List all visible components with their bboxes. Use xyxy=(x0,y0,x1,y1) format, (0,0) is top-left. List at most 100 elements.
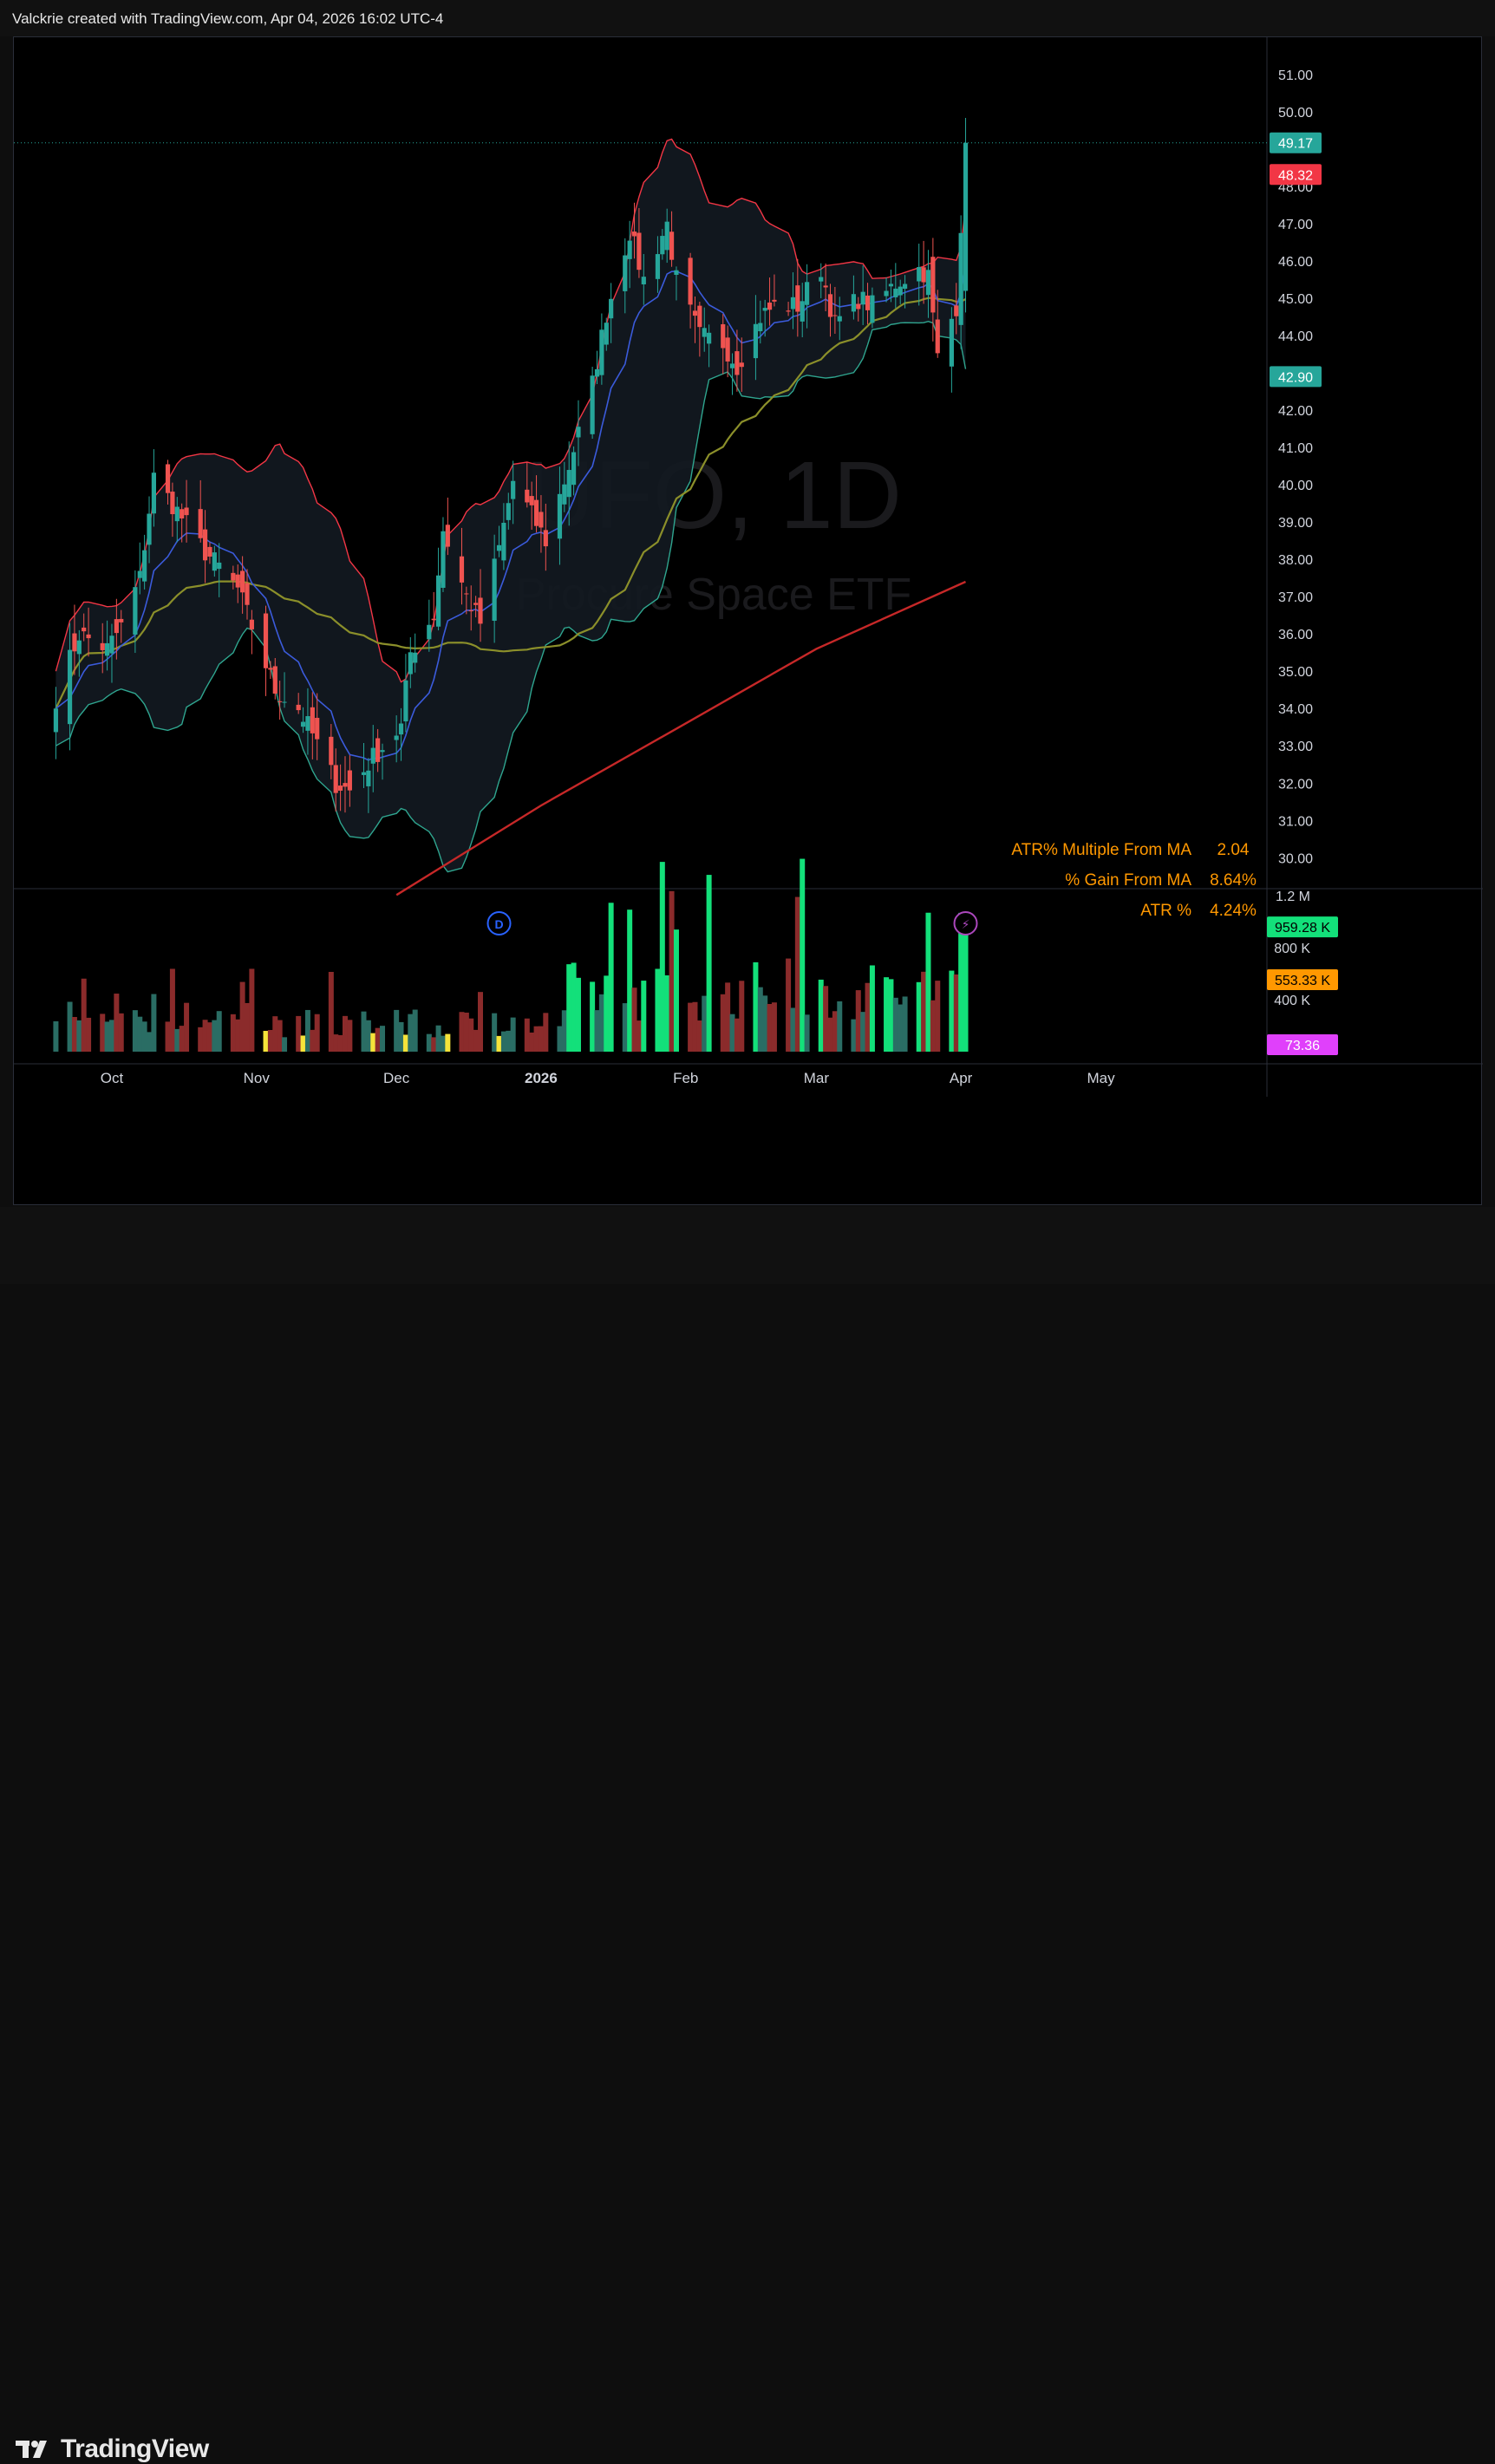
volume-badge-label: 959.28 K xyxy=(1275,921,1330,935)
candle-body xyxy=(165,464,171,493)
volume-tick-label: 800 K xyxy=(1274,942,1310,956)
volume-bar xyxy=(76,1020,82,1052)
footer: TradingView xyxy=(0,1207,1495,2463)
volume-bar xyxy=(206,1022,212,1052)
candle-body xyxy=(245,583,250,605)
candle-body xyxy=(664,221,669,251)
volume-bar xyxy=(753,961,759,1052)
candle-body xyxy=(660,236,665,255)
volume-bar xyxy=(342,1015,348,1052)
candle-body xyxy=(268,668,273,670)
volume-bar xyxy=(300,1035,306,1052)
volume-bar xyxy=(304,1009,310,1052)
candle-body xyxy=(655,254,661,279)
price-tick-label: 32.00 xyxy=(1278,777,1313,792)
volume-tick-label: 400 K xyxy=(1274,994,1310,1008)
volume-bar xyxy=(790,1007,796,1052)
price-badge: 49.17 xyxy=(1270,132,1322,153)
candle-body xyxy=(865,295,871,310)
volume-bar xyxy=(296,1015,302,1052)
earnings-event-icon[interactable]: ⚡ xyxy=(953,911,978,935)
candle-body xyxy=(109,636,114,654)
volume-bar xyxy=(538,1026,544,1052)
candle-body xyxy=(408,652,413,675)
candle-body xyxy=(902,284,908,290)
candle-body xyxy=(398,723,404,735)
candle-body xyxy=(594,368,600,377)
brand-label: TradingView xyxy=(61,2435,209,2463)
volume-bar xyxy=(492,1013,498,1052)
volume-bar xyxy=(333,1034,339,1052)
price-tick-label: 41.00 xyxy=(1278,441,1313,456)
price-chart[interactable]: UFO, 1D Procure Space ETF 51.0050.0048.0… xyxy=(14,37,1483,1206)
candle-body xyxy=(893,288,898,297)
volume-bar xyxy=(696,1020,702,1052)
volume-bar xyxy=(892,997,898,1052)
candle-body xyxy=(119,618,124,623)
volume-bar xyxy=(771,1002,777,1052)
volume-bar xyxy=(510,1017,516,1052)
candle-body xyxy=(762,308,767,311)
candle-body xyxy=(72,633,77,652)
price-badge: 42.90 xyxy=(1270,366,1322,388)
price-badge-label: 42.90 xyxy=(1278,370,1313,385)
volume-bar xyxy=(706,875,712,1052)
candle-body xyxy=(370,747,375,764)
candle-body xyxy=(478,597,483,624)
volume-bar xyxy=(375,1027,381,1052)
time-tick-label: Apr xyxy=(950,1070,973,1086)
volume-bar xyxy=(884,977,890,1052)
price-badge: 48.32 xyxy=(1270,164,1322,186)
candle-body xyxy=(347,770,352,791)
volume-bar xyxy=(459,1012,465,1052)
candle-body xyxy=(431,618,436,621)
candle-body xyxy=(562,484,567,505)
time-tick-label: Nov xyxy=(244,1070,271,1086)
volume-bar xyxy=(202,1020,208,1052)
volume-bar xyxy=(688,1002,694,1052)
volume-bar xyxy=(953,974,959,1052)
events: D ⚡ xyxy=(486,911,978,935)
candle-body xyxy=(800,301,805,322)
volume-bar xyxy=(902,996,908,1052)
volume-bar xyxy=(141,1021,147,1052)
volume-bar xyxy=(408,1014,414,1052)
candle-body xyxy=(272,666,277,694)
price-axis: 51.0050.0048.0047.0046.0045.0044.0042.00… xyxy=(1274,68,1313,1008)
candle-body xyxy=(604,323,609,345)
volume-bar xyxy=(543,1013,549,1052)
candle-body xyxy=(394,735,399,740)
volume-bar xyxy=(440,1035,446,1052)
volume-bar xyxy=(67,1001,73,1052)
volume-bar xyxy=(179,1026,185,1052)
candle-body xyxy=(76,640,82,655)
stat-label: ATR % xyxy=(1140,902,1191,920)
candle-body xyxy=(856,303,861,310)
candle-body xyxy=(137,570,142,578)
volume-bar xyxy=(277,1020,283,1052)
volume-bar xyxy=(104,1021,110,1052)
price-tick-label: 36.00 xyxy=(1278,628,1313,642)
volume-bar xyxy=(463,1012,469,1052)
time-axis: Oct Nov Dec 2026 Feb Mar Apr May xyxy=(101,1070,1115,1086)
volume-bar xyxy=(524,1018,530,1052)
candle-body xyxy=(697,305,702,328)
volume-bar xyxy=(347,1020,353,1052)
volume-bar xyxy=(398,1021,404,1052)
candle-body xyxy=(758,323,763,332)
candle-body xyxy=(623,255,628,291)
tradingview-logo[interactable]: TradingView xyxy=(16,2435,209,2464)
candle-body xyxy=(851,294,856,312)
volume-bar xyxy=(412,1009,418,1052)
volume-bar xyxy=(800,858,806,1052)
dividend-event-icon[interactable]: D xyxy=(486,911,512,935)
candle-body xyxy=(767,302,773,310)
candle-body xyxy=(198,509,203,538)
top-bar: Valckrie created with TradingView.com, A… xyxy=(0,0,1495,36)
candle-body xyxy=(174,506,180,522)
volume-bar xyxy=(380,1026,386,1052)
candle-body xyxy=(729,363,735,368)
candle-body xyxy=(921,267,926,283)
candle-body xyxy=(888,284,894,287)
time-tick-label: Feb xyxy=(673,1070,698,1086)
